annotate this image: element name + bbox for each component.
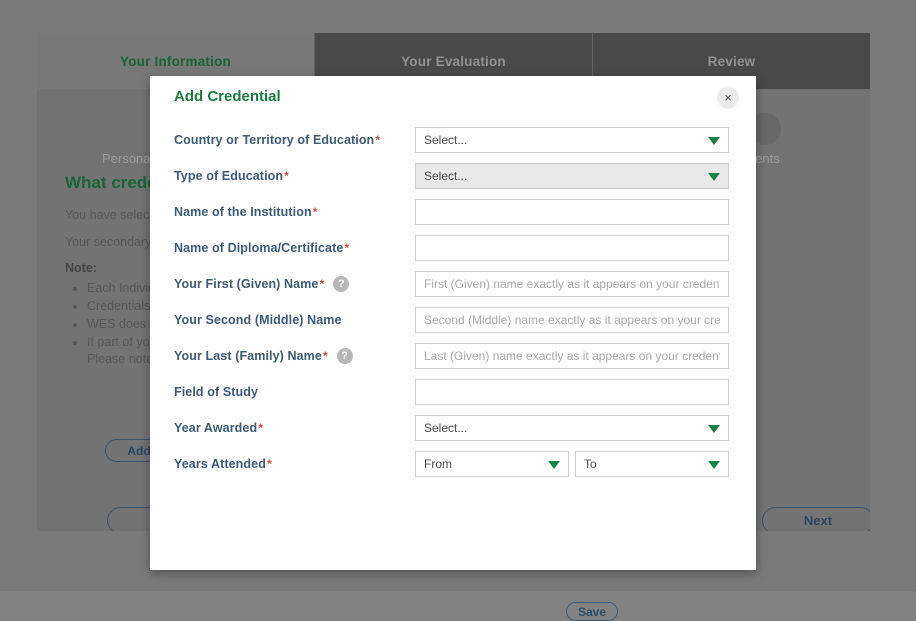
years-attended-from-select[interactable]: From xyxy=(415,451,569,477)
label-text: Name of Diploma/Certificate xyxy=(174,241,344,255)
required-marker: * xyxy=(312,205,318,219)
type-of-education-select[interactable]: Select... xyxy=(415,163,729,189)
modal-title: Add Credential xyxy=(174,88,281,105)
middle-name-input[interactable] xyxy=(415,307,729,333)
required-marker: * xyxy=(322,349,328,363)
label-middle-name: Your Second (Middle) Name xyxy=(174,313,415,327)
label-diploma: Name of Diploma/Certificate * xyxy=(174,241,415,255)
years-attended-range: From To xyxy=(415,451,729,477)
institution-input[interactable] xyxy=(415,199,729,225)
years-attended-from-value[interactable]: From xyxy=(415,451,569,477)
type-of-education-select-value[interactable]: Select... xyxy=(415,163,729,189)
help-icon[interactable]: ? xyxy=(336,348,353,364)
years-attended-to-value[interactable]: To xyxy=(575,451,729,477)
field-of-study-input[interactable] xyxy=(415,379,729,405)
label-year-awarded: Year Awarded * xyxy=(174,421,415,435)
last-name-input[interactable] xyxy=(415,343,729,369)
required-marker: * xyxy=(344,241,350,255)
country-select[interactable]: Select... xyxy=(415,127,729,153)
save-button[interactable]: Save xyxy=(566,602,618,621)
label-field-of-study: Field of Study xyxy=(174,385,415,399)
required-marker: * xyxy=(319,277,325,291)
label-institution: Name of the Institution * xyxy=(174,205,415,219)
label-years-attended: Years Attended * xyxy=(174,457,415,471)
form-row-country: Country or Territory of Education * Selec… xyxy=(150,122,756,158)
required-marker: * xyxy=(266,457,272,471)
credential-form: Country or Territory of Education * Selec… xyxy=(150,122,756,482)
country-select-value[interactable]: Select... xyxy=(415,127,729,153)
label-text: Your Second (Middle) Name xyxy=(174,313,342,327)
form-row-year-awarded: Year Awarded * Select... xyxy=(150,410,756,446)
required-marker: * xyxy=(375,133,381,147)
label-text: Country or Territory of Education xyxy=(174,133,375,147)
diploma-input[interactable] xyxy=(415,235,729,261)
years-attended-to-select[interactable]: To xyxy=(575,451,729,477)
first-name-input[interactable] xyxy=(415,271,729,297)
screen: Your Information Your Evaluation Review … xyxy=(0,0,916,621)
close-icon[interactable]: × xyxy=(717,87,739,109)
help-icon[interactable]: ? xyxy=(333,276,350,292)
required-marker: * xyxy=(284,169,289,183)
label-type-of-education: Type of Education * xyxy=(174,169,415,183)
label-text: Your Last (Family) Name xyxy=(174,349,322,363)
required-marker: * xyxy=(258,421,263,435)
form-row-diploma: Name of Diploma/Certificate * xyxy=(150,230,756,266)
form-row-years-attended: Years Attended * From To xyxy=(150,446,756,482)
form-row-first-name: Your First (Given) Name * ? xyxy=(150,266,756,302)
form-row-middle-name: Your Second (Middle) Name xyxy=(150,302,756,338)
label-text: Field of Study xyxy=(174,385,259,399)
label-first-name: Your First (Given) Name * ? xyxy=(174,276,415,292)
label-last-name: Your Last (Family) Name * ? xyxy=(174,348,415,364)
label-country: Country or Territory of Education * xyxy=(174,133,415,147)
form-row-field-of-study: Field of Study xyxy=(150,374,756,410)
add-credential-modal: Add Credential × Country or Territory of… xyxy=(150,76,756,621)
year-awarded-select-value[interactable]: Select... xyxy=(415,415,729,441)
label-text: Year Awarded xyxy=(174,421,258,435)
form-row-last-name: Your Last (Family) Name * ? xyxy=(150,338,756,374)
label-text: Name of the Institution xyxy=(174,205,312,219)
form-row-type-of-education: Type of Education * Select... xyxy=(150,158,756,194)
form-row-institution: Name of the Institution * xyxy=(150,194,756,230)
year-awarded-select[interactable]: Select... xyxy=(415,415,729,441)
label-text: Your First (Given) Name xyxy=(174,277,319,291)
label-text: Years Attended xyxy=(174,457,266,471)
label-text: Type of Education xyxy=(174,169,284,183)
